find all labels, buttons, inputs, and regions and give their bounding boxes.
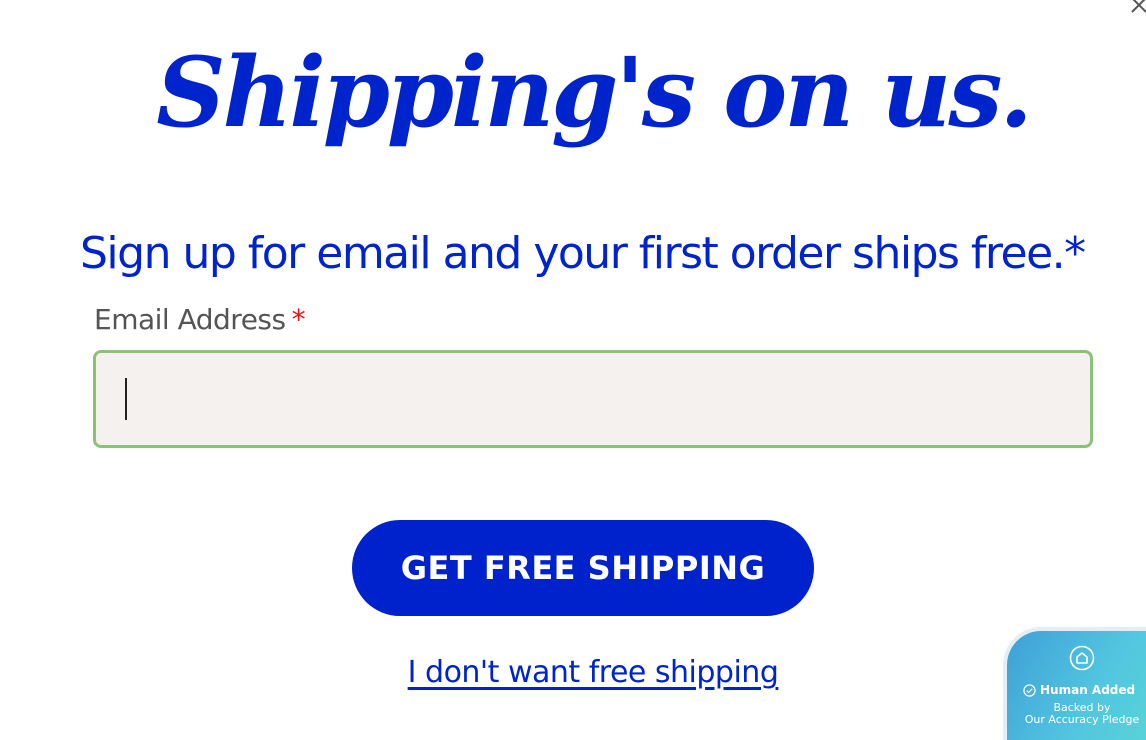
- badge-title-text: Human Added: [1040, 683, 1136, 697]
- get-free-shipping-button[interactable]: GET FREE SHIPPING: [352, 520, 814, 616]
- decline-link[interactable]: I don't want free shipping: [0, 655, 1146, 690]
- accuracy-pledge-badge[interactable]: Human Added Backed by Our Accuracy Pledg…: [1003, 627, 1146, 740]
- email-label: Email Address *: [94, 303, 306, 336]
- badge-subtitle: Backed by Our Accuracy Pledge: [1007, 702, 1146, 726]
- badge-title: Human Added: [1023, 683, 1135, 697]
- headline: Shipping's on us.: [156, 36, 1033, 149]
- subheadline: Sign up for email and your first order s…: [80, 228, 1086, 279]
- check-circle-icon: [1023, 683, 1036, 697]
- email-label-text: Email Address: [94, 303, 286, 336]
- text-caret: [125, 378, 127, 420]
- signup-modal: Shipping's on us. Sign up for email and …: [0, 0, 1146, 740]
- email-input[interactable]: [93, 350, 1093, 448]
- close-icon: [1131, 0, 1146, 13]
- required-marker: *: [291, 303, 306, 336]
- badge-body: Human Added Backed by Our Accuracy Pledg…: [1007, 631, 1146, 740]
- badge-line-2: Our Accuracy Pledge: [1024, 713, 1140, 726]
- shield-icon: [1069, 645, 1095, 671]
- close-button[interactable]: [1128, 0, 1146, 16]
